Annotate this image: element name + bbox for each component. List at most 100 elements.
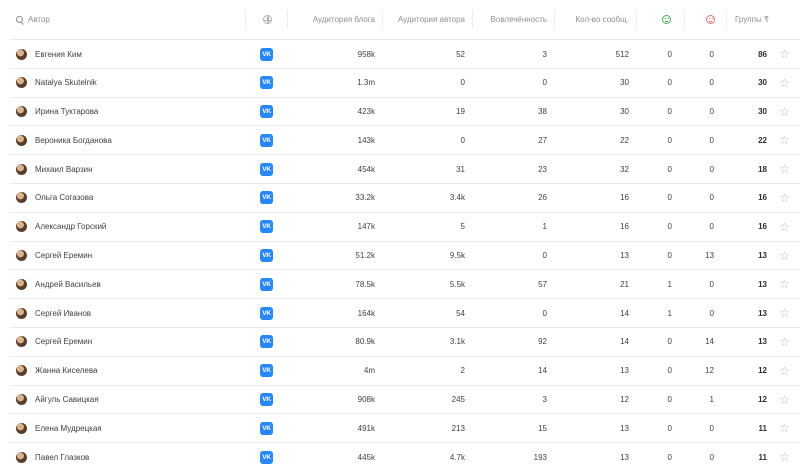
positive-header[interactable] bbox=[662, 0, 671, 39]
star-icon[interactable]: ☆ bbox=[779, 386, 790, 414]
author-audience-value: 31 bbox=[456, 164, 465, 174]
avatar[interactable] bbox=[16, 328, 27, 356]
engagement-value: 193 bbox=[533, 452, 547, 462]
vk-icon[interactable]: VK bbox=[260, 69, 273, 97]
author-name[interactable]: Михаил Варзин bbox=[35, 155, 93, 183]
avatar[interactable] bbox=[16, 69, 27, 97]
engagement-header[interactable]: Вовлечённость bbox=[478, 0, 547, 39]
author-name[interactable]: Ирина Туктарова bbox=[35, 98, 98, 126]
avatar-image bbox=[16, 336, 27, 348]
vk-icon[interactable]: VK bbox=[260, 155, 273, 183]
vk-icon[interactable]: VK bbox=[260, 443, 273, 471]
star-icon[interactable]: ☆ bbox=[779, 98, 790, 126]
avatar[interactable] bbox=[16, 155, 27, 183]
blog-audience-value: 164k bbox=[357, 308, 375, 318]
vk-icon[interactable]: VK bbox=[260, 40, 273, 68]
engagement-label: Вовлечённость bbox=[490, 15, 547, 24]
author-name[interactable]: Ольга Согазова bbox=[35, 184, 93, 212]
vk-icon[interactable]: VK bbox=[260, 184, 273, 212]
messages-count-header[interactable]: Кол-во сообщ. bbox=[560, 0, 629, 39]
blog-audience-header[interactable]: Аудитория блога bbox=[296, 0, 375, 39]
star-icon[interactable]: ☆ bbox=[779, 126, 790, 154]
author-name[interactable]: Сергей Еремин bbox=[35, 242, 92, 270]
negative-header[interactable] bbox=[706, 0, 715, 39]
vk-icon[interactable]: VK bbox=[260, 213, 273, 241]
column-divider bbox=[726, 10, 727, 29]
table-row[interactable]: Елена Мудрецкая VK 491k 213 15 13 0 0 11… bbox=[10, 413, 800, 442]
vk-icon[interactable]: VK bbox=[260, 270, 273, 298]
avatar[interactable] bbox=[16, 242, 27, 270]
author-name[interactable]: Сергей Иванов bbox=[35, 299, 91, 327]
vk-icon[interactable]: VK bbox=[260, 126, 273, 154]
avatar[interactable] bbox=[16, 126, 27, 154]
table-row[interactable]: Евгения Ким VK 958k 52 3 512 0 0 86 ☆ bbox=[10, 39, 800, 68]
avatar-image bbox=[16, 250, 27, 262]
star-icon[interactable]: ☆ bbox=[779, 270, 790, 298]
vk-icon[interactable]: VK bbox=[260, 414, 273, 442]
vk-icon[interactable]: VK bbox=[260, 328, 273, 356]
vk-logo: VK bbox=[260, 191, 273, 205]
author-name[interactable]: Евгения Ким bbox=[35, 40, 82, 68]
author-name[interactable]: Айгуль Савицкая bbox=[35, 386, 99, 414]
star-icon[interactable]: ☆ bbox=[779, 69, 790, 97]
author-audience-header[interactable]: Аудитория автора bbox=[386, 0, 465, 39]
author-name[interactable]: Жанна Киселева bbox=[35, 357, 97, 385]
author-name[interactable]: Сергей Еремин bbox=[35, 328, 92, 356]
star-icon[interactable]: ☆ bbox=[779, 184, 790, 212]
avatar[interactable] bbox=[16, 40, 27, 68]
table-row[interactable]: Михаил Варзин VK 454k 31 23 32 0 0 18 ☆ bbox=[10, 154, 800, 183]
table-row[interactable]: Сергей Еремин VK 80.9k 3.1k 92 14 0 14 1… bbox=[10, 326, 800, 356]
avatar-image bbox=[16, 221, 27, 233]
table-row[interactable]: Жанна Киселева VK 4m 2 14 13 0 12 12 ☆ bbox=[10, 355, 800, 385]
table-row[interactable]: Сергей Иванов VK 164k 54 0 14 1 0 13 ☆ bbox=[10, 298, 800, 327]
star-icon[interactable]: ☆ bbox=[779, 328, 790, 356]
author-name[interactable]: Елена Мудрецкая bbox=[35, 414, 102, 442]
star-icon[interactable]: ☆ bbox=[779, 242, 790, 270]
star-icon[interactable]: ☆ bbox=[779, 443, 790, 471]
author-name[interactable]: Павел Глазков bbox=[35, 443, 89, 471]
vk-icon[interactable]: VK bbox=[260, 299, 273, 327]
table-row[interactable]: Ольга Согазова VK 33.2k 3.4k 26 16 0 0 1… bbox=[10, 182, 800, 212]
author-name[interactable]: Вероника Богданова bbox=[35, 126, 112, 154]
author-name[interactable]: Александр Горский bbox=[35, 213, 106, 241]
avatar[interactable] bbox=[16, 357, 27, 385]
table-row[interactable]: Павел Глазков VK 445k 4.7k 193 13 0 0 11… bbox=[10, 442, 800, 471]
avatar[interactable] bbox=[16, 414, 27, 442]
negative-value: 12 bbox=[705, 366, 714, 376]
avatar[interactable] bbox=[16, 184, 27, 212]
vk-icon[interactable]: VK bbox=[260, 357, 273, 385]
star-icon[interactable]: ☆ bbox=[779, 357, 790, 385]
avatar[interactable] bbox=[16, 386, 27, 414]
star-icon[interactable]: ☆ bbox=[779, 213, 790, 241]
table-row[interactable]: Айгуль Савицкая VK 908k 245 3 12 0 1 12 … bbox=[10, 384, 800, 414]
avatar[interactable] bbox=[16, 98, 27, 126]
star-icon[interactable]: ☆ bbox=[779, 414, 790, 442]
avatar[interactable] bbox=[16, 299, 27, 327]
negative-value: 13 bbox=[705, 251, 714, 261]
vk-logo: VK bbox=[260, 105, 273, 119]
avatar[interactable] bbox=[16, 270, 27, 298]
star-icon[interactable]: ☆ bbox=[779, 40, 790, 68]
table-row[interactable]: Natalya Skutelnik VK 1.3m 0 0 30 0 0 30 … bbox=[10, 67, 800, 97]
table-row[interactable]: Вероника Богданова VK 143k 0 27 22 0 0 2… bbox=[10, 125, 800, 154]
search-icon[interactable] bbox=[16, 16, 23, 23]
vk-icon[interactable]: VK bbox=[260, 386, 273, 414]
vk-icon[interactable]: VK bbox=[260, 242, 273, 270]
author-column-header[interactable]: Автор bbox=[16, 0, 50, 39]
star-icon[interactable]: ☆ bbox=[779, 299, 790, 327]
star-icon[interactable]: ☆ bbox=[779, 155, 790, 183]
platform-column-header[interactable] bbox=[263, 0, 272, 39]
avatar[interactable] bbox=[16, 213, 27, 241]
author-name[interactable]: Андрей Васильев bbox=[35, 270, 101, 298]
column-divider bbox=[287, 10, 288, 29]
engagement-value: 27 bbox=[538, 135, 547, 145]
groups-header[interactable]: Группы ₹ bbox=[728, 0, 769, 39]
smile-negative-icon bbox=[706, 15, 715, 24]
table-row[interactable]: Александр Горский VK 147k 5 1 16 0 0 16 … bbox=[10, 211, 800, 241]
table-row[interactable]: Сергей Еремин VK 51.2k 9.5k 0 13 0 13 13… bbox=[10, 240, 800, 270]
avatar[interactable] bbox=[16, 443, 27, 471]
vk-icon[interactable]: VK bbox=[260, 98, 273, 126]
table-row[interactable]: Ирина Туктарова VK 423k 19 38 30 0 0 30 … bbox=[10, 96, 800, 126]
table-row[interactable]: Андрей Васильев VK 78.5k 5.5k 57 21 1 0 … bbox=[10, 269, 800, 298]
author-name[interactable]: Natalya Skutelnik bbox=[35, 69, 97, 97]
